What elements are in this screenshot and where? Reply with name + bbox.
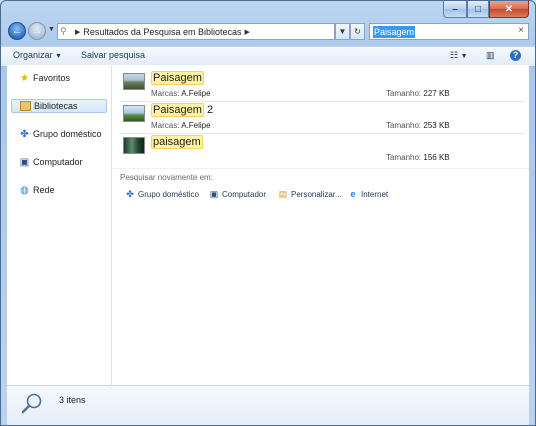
image-thumbnail [123,105,145,122]
organize-menu[interactable]: Organizar ▼ [13,50,62,60]
navigation-pane: ★ Favoritos Bibliotecas ✤ Grupo doméstic… [7,65,112,385]
breadcrumb-arrow-icon[interactable]: ▶ [75,28,80,36]
internet-explorer-icon: e [350,189,356,199]
sidebar-item-label: Favoritos [33,73,71,83]
list-item[interactable]: Paisagem 2 Marcas: A.Felipe Tamanho: 253… [120,102,524,132]
search-again-computer[interactable]: ▣ Computador [209,189,266,199]
search-box[interactable]: Paisagem × [369,23,529,40]
recent-pages-dropdown-icon[interactable]: ▼ [48,26,55,33]
file-name: Paisagem [151,71,204,85]
close-button[interactable]: ✕ [489,1,529,18]
search-again-homegroup[interactable]: ✤ Grupo doméstico [125,189,199,199]
search-match-highlight: Paisagem [151,71,204,85]
folder-search-icon: ▤ [278,188,288,199]
breadcrumb-arrow-icon[interactable]: ▶ [244,28,249,36]
change-view-icon[interactable]: ☷ ▼ [450,50,468,61]
address-dropdown-button[interactable]: ▼ [335,23,350,40]
search-match-highlight: Paisagem [151,103,204,117]
tags-field: Marcas: A.Felipe [151,121,211,130]
back-button[interactable]: ← [8,22,26,40]
details-pane: 3 itens [7,385,529,425]
magnifier-icon [21,393,42,414]
explorer-window: – □ ✕ ← → ▼ ⚲ ▶ Resultados da Pesquisa e… [0,0,536,426]
navigation-bar: ← → ▼ ⚲ ▶ Resultados da Pesquisa em Bibl… [1,18,535,46]
forward-button[interactable]: → [28,22,46,40]
item-count: 3 itens [59,395,86,405]
search-again-label: Pesquisar novamente em: [120,173,213,182]
results-pane: Paisagem Marcas: A.Felipe Tamanho: 227 K… [112,65,529,385]
sidebar-item-label: Bibliotecas [34,101,78,111]
file-name: Paisagem 2 [151,103,214,117]
computer-icon: ▣ [19,156,30,168]
search-match-highlight: paisagem [151,135,203,149]
size-field: Tamanho: 253 KB [386,121,450,130]
file-name: paisagem [151,135,203,149]
clear-search-icon[interactable]: × [518,25,524,36]
size-field: Tamanho: 156 KB [386,153,450,162]
library-icon [20,101,31,111]
list-item[interactable]: paisagem Tamanho: 156 KB [120,134,524,164]
chevron-down-icon: ▼ [55,53,62,60]
sidebar-item-libraries[interactable]: Bibliotecas [11,99,107,113]
maximize-button[interactable]: □ [467,1,489,18]
minimize-button[interactable]: – [443,1,467,18]
star-icon: ★ [20,72,29,84]
size-field: Tamanho: 227 KB [386,89,450,98]
homegroup-icon: ✤ [126,188,134,199]
breadcrumb-current[interactable]: Resultados da Pesquisa em Bibliotecas [83,27,241,37]
sidebar-item-homegroup[interactable]: ✤ Grupo doméstico [11,127,107,141]
save-search-button[interactable]: Salvar pesquisa [81,50,145,60]
caption-buttons: – □ ✕ [443,1,529,18]
preview-pane-icon[interactable]: ▥ [486,50,495,61]
command-bar: Organizar ▼ Salvar pesquisa ☷ ▼ ▥ ? [1,46,535,67]
content-area: ★ Favoritos Bibliotecas ✤ Grupo doméstic… [7,65,529,385]
image-thumbnail [123,73,145,90]
sidebar-item-label: Grupo doméstico [33,129,102,139]
refresh-button[interactable]: ↻ [350,23,365,40]
address-bar[interactable]: ⚲ ▶ Resultados da Pesquisa em Biblioteca… [57,23,335,40]
tags-field: Marcas: A.Felipe [151,89,211,98]
divider [112,168,529,169]
search-again-internet[interactable]: e Internet [348,189,388,199]
list-item[interactable]: Paisagem Marcas: A.Felipe Tamanho: 227 K… [120,70,524,100]
help-icon[interactable]: ? [510,50,521,61]
computer-icon: ▣ [209,188,219,199]
homegroup-icon: ✤ [20,128,29,140]
search-input-selected-text: Paisagem [373,26,416,38]
sidebar-item-label: Rede [33,185,55,195]
sidebar-item-network[interactable]: ◍ Rede [11,183,107,197]
search-folder-icon: ⚲ [60,26,67,36]
sidebar-item-label: Computador [33,157,83,167]
search-again-custom[interactable]: ▤ Personalizar... [278,189,342,199]
network-icon: ◍ [20,184,29,196]
sidebar-item-favorites[interactable]: ★ Favoritos [11,71,107,85]
sidebar-item-computer[interactable]: ▣ Computador [11,155,107,169]
image-thumbnail [123,137,145,154]
